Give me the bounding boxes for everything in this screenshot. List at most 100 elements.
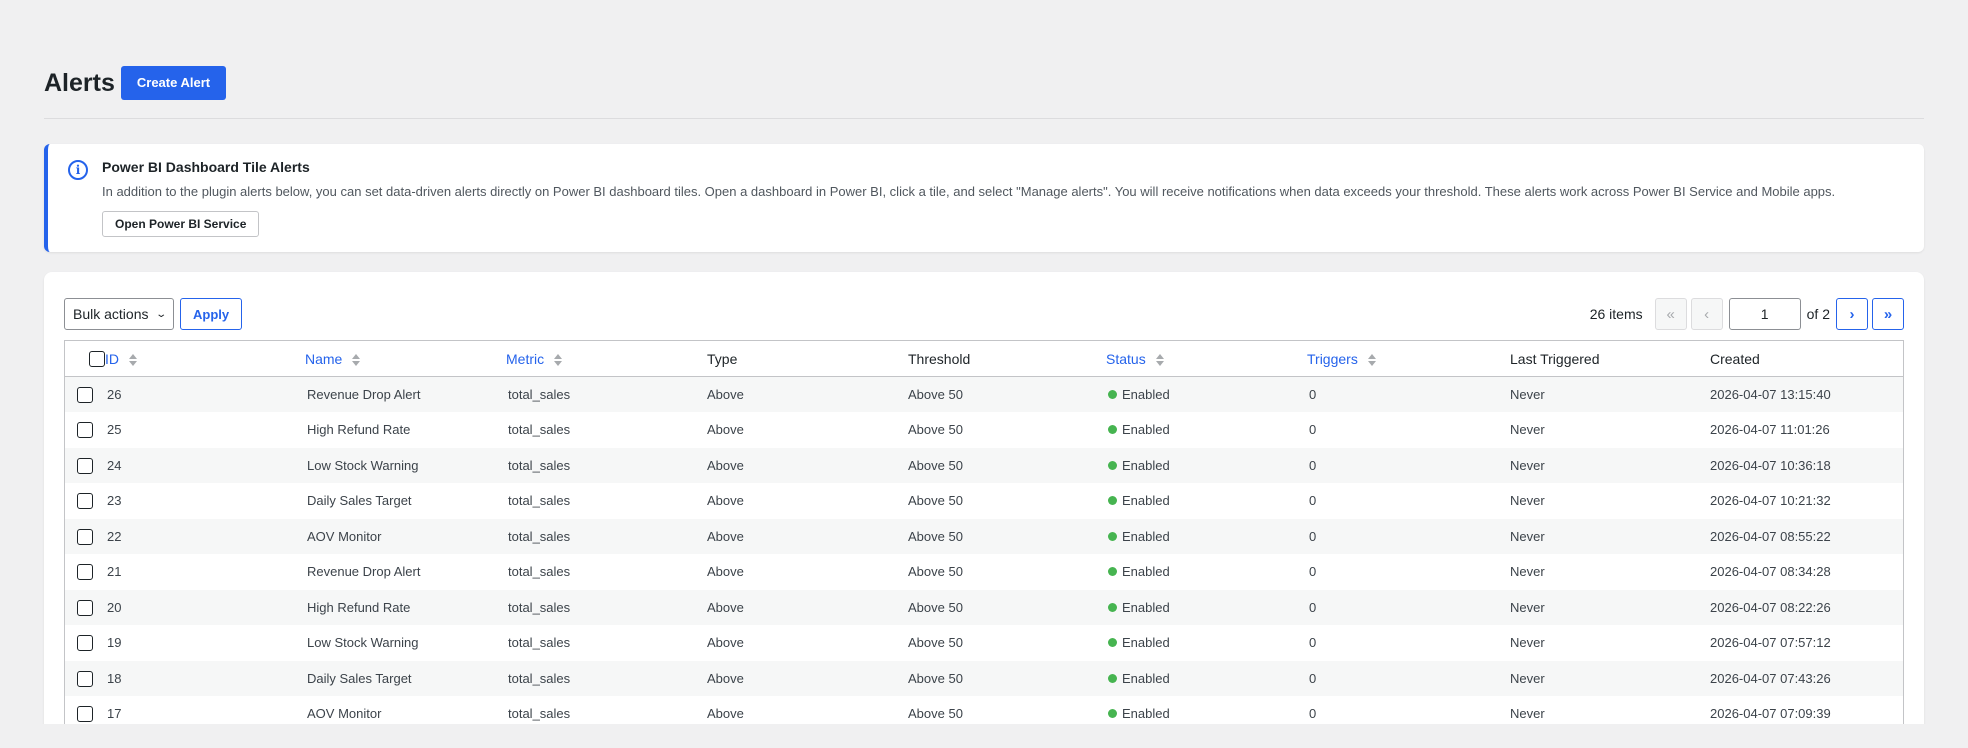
cell-threshold: Above 50 [908, 493, 963, 509]
column-label-name: Name [305, 350, 343, 367]
first-page-button[interactable]: « [1654, 298, 1687, 330]
cell-type: Above [707, 564, 744, 580]
select-row-cell [65, 519, 106, 555]
status-text: Enabled [1122, 387, 1170, 402]
select-all-checkbox[interactable] [89, 351, 105, 368]
table-row[interactable]: 21 Revenue Drop Alert total_sales Above Abov… [64, 554, 1904, 590]
column-header-created: Created [1710, 340, 1904, 377]
row-checkbox[interactable] [77, 493, 93, 510]
cell-metric: total_sales [508, 387, 571, 402]
cell-threshold: Above 50 [908, 635, 963, 651]
cell-triggers: 0 [1309, 635, 1317, 651]
cell-name: Revenue Drop Alert [307, 387, 421, 402]
current-page-input[interactable] [1728, 298, 1801, 330]
cell-last-triggered: Never [1510, 493, 1545, 509]
create-alert-button[interactable]: Create Alert [120, 66, 227, 100]
table-row[interactable]: 24 Low Stock Warning total_sales Above Above… [64, 447, 1904, 484]
cell-id: 23 [107, 493, 122, 509]
status-dot-icon [1108, 496, 1117, 506]
row-checkbox[interactable] [77, 635, 93, 652]
cell-metric: total_sales [508, 457, 571, 473]
cell-type: Above [707, 457, 744, 473]
column-header-id[interactable]: ID [105, 340, 305, 377]
page-header: Alerts Create Alert [44, 66, 227, 100]
cell-triggers: 0 [1309, 457, 1317, 473]
sort-icon [1155, 353, 1164, 366]
cell-created: 2026-04-07 10:21:32 [1710, 493, 1831, 509]
cell-threshold: Above 50 [908, 457, 963, 473]
select-row-cell [65, 377, 106, 413]
cell-created: 2026-04-07 07:09:39 [1710, 706, 1831, 722]
column-label-id: ID [105, 350, 119, 367]
status-text: Enabled [1122, 528, 1170, 544]
cell-metric: total_sales [508, 635, 571, 651]
table-row[interactable]: 23 Daily Sales Target total_sales Above Abov… [64, 483, 1904, 519]
row-checkbox[interactable] [77, 564, 93, 581]
table-row[interactable]: 20 High Refund Rate total_sales Above Above … [64, 589, 1904, 625]
cell-name: High Refund Rate [307, 422, 411, 438]
prev-page-button[interactable]: ‹ [1690, 298, 1723, 330]
cell-type: Above [707, 635, 744, 651]
cell-type: Above [707, 706, 744, 722]
cell-created: 2026-04-07 07:57:12 [1710, 635, 1831, 651]
cell-status: Enabled [1106, 696, 1307, 724]
cell-name: Revenue Drop Alert [307, 564, 421, 580]
row-checkbox[interactable] [77, 422, 93, 439]
bulk-actions-select[interactable]: Bulk actions ⌄ [64, 298, 174, 330]
cell-last-triggered: Never [1510, 422, 1545, 438]
cell-triggers: 0 [1309, 670, 1317, 686]
cell-id: 26 [107, 387, 122, 402]
cell-status: Enabled [1106, 483, 1307, 519]
cell-last-triggered: Never [1510, 387, 1545, 402]
table-body: 26 Revenue Drop Alert total_sales Above Abov… [64, 376, 1904, 724]
row-checkbox[interactable] [77, 599, 93, 616]
cell-created: 2026-04-07 10:36:18 [1710, 457, 1831, 473]
row-checkbox[interactable] [77, 670, 93, 687]
table-row[interactable]: 25 High Refund Rate total_sales Above Above … [64, 412, 1904, 448]
row-checkbox[interactable] [77, 706, 93, 723]
column-header-last-triggered: Last Triggered [1510, 340, 1710, 377]
sort-icon [352, 353, 361, 366]
cell-id: 20 [107, 599, 122, 615]
cell-type: Above [707, 528, 744, 544]
sort-icon [554, 353, 563, 366]
table-row[interactable]: 22 AOV Monitor total_sales Above Above 50 Ena… [64, 518, 1904, 555]
table-row[interactable]: 17 AOV Monitor total_sales Above Above 50 Ena… [64, 696, 1904, 724]
notice-title: Power BI Dashboard Tile Alerts [102, 159, 310, 175]
cell-last-triggered: Never [1510, 457, 1545, 473]
table-row[interactable]: 19 Low Stock Warning total_sales Above Above… [64, 625, 1904, 661]
cell-status: Enabled [1106, 448, 1307, 484]
cell-last-triggered: Never [1510, 528, 1545, 544]
cell-type: Above [707, 670, 744, 686]
cell-created: 2026-04-07 08:34:28 [1710, 564, 1831, 580]
column-header-status[interactable]: Status [1106, 340, 1307, 377]
apply-button[interactable]: Apply [180, 298, 243, 330]
last-page-button[interactable]: » [1872, 298, 1904, 330]
row-checkbox[interactable] [77, 386, 93, 403]
column-header-metric[interactable]: Metric [506, 340, 707, 377]
row-checkbox[interactable] [77, 457, 93, 474]
next-page-button[interactable]: › [1836, 298, 1868, 330]
cell-status: Enabled [1106, 661, 1307, 697]
column-header-name[interactable]: Name [305, 340, 506, 377]
status-text: Enabled [1122, 706, 1170, 722]
cell-id: 17 [107, 706, 122, 722]
table-row[interactable]: 18 Daily Sales Target total_sales Above Abov… [64, 660, 1904, 697]
open-power-bi-button[interactable]: Open Power BI Service [102, 211, 260, 237]
cell-last-triggered: Never [1510, 564, 1545, 580]
items-count: 26 items [1589, 306, 1643, 322]
alerts-card: Bulk actions ⌄ Apply 26 items « ‹ of 2 ›… [44, 272, 1924, 724]
header-divider [44, 118, 1924, 119]
select-row-cell [65, 412, 106, 448]
column-header-triggers[interactable]: Triggers [1307, 340, 1510, 377]
column-label-status: Status [1106, 350, 1146, 367]
info-notice: i Power BI Dashboard Tile Alerts In addi… [44, 144, 1924, 252]
cell-type: Above [707, 599, 744, 615]
table-row[interactable]: 26 Revenue Drop Alert total_sales Above Abov… [64, 376, 1904, 413]
row-checkbox[interactable] [77, 528, 93, 545]
cell-status: Enabled [1106, 554, 1307, 590]
cell-last-triggered: Never [1510, 706, 1545, 722]
status-text: Enabled [1122, 564, 1170, 580]
cell-threshold: Above 50 [908, 564, 963, 580]
cell-id: 19 [107, 635, 122, 651]
